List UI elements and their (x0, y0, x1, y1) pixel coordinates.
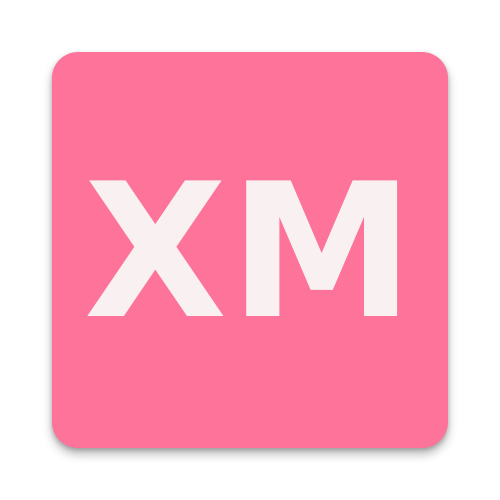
app-icon-label: XM (83, 143, 417, 360)
app-icon[interactable]: XM (52, 52, 448, 448)
